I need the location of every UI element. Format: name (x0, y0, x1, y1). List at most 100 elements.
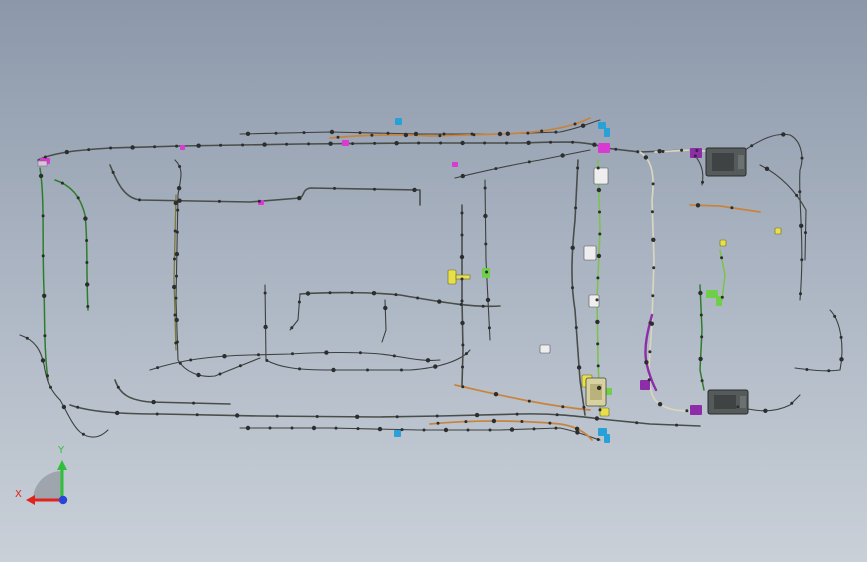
harness-clip (42, 293, 47, 298)
harness-left-green-branch (54, 179, 89, 311)
harness-clip (222, 354, 227, 359)
harness-clip (555, 413, 559, 417)
harness-top-rail-upper (239, 119, 601, 135)
harness-clip (356, 427, 360, 431)
harness-clip (651, 237, 656, 242)
harness-clip (652, 266, 656, 270)
harness-clip (76, 405, 80, 409)
harness-clip (598, 232, 602, 236)
triad-base-sector (33, 471, 62, 500)
harness-clip (433, 364, 438, 369)
harness-clip (116, 385, 120, 389)
harness-clip (291, 352, 294, 356)
harness-clip (764, 166, 770, 171)
harness-clip (571, 140, 575, 144)
harness-clip (263, 324, 268, 330)
harness-clip (560, 153, 565, 158)
harness-clip (736, 405, 740, 409)
harness-center-left-drop (289, 293, 301, 331)
harness-center-diagonal (454, 149, 591, 179)
harness-center-vertical-2 (484, 179, 491, 341)
harness-clip (265, 359, 269, 362)
harness-top-rail (37, 141, 691, 161)
harness-clip (331, 367, 336, 373)
harness-clip (219, 143, 223, 147)
harness-clip (582, 405, 586, 409)
harness-clip (178, 361, 182, 365)
harness-clip (494, 167, 498, 171)
triad-z-axis (58, 495, 68, 505)
harness-clip (416, 296, 420, 300)
harness-clip (805, 368, 809, 371)
harness-clip (800, 258, 804, 262)
harness-clip (173, 257, 176, 261)
harness-clip (285, 142, 289, 146)
harness-clip (173, 229, 177, 233)
harness-clip (596, 385, 602, 391)
wiring-harness-model[interactable]: X Y (0, 0, 867, 562)
cad-viewport[interactable]: X Y (0, 0, 867, 562)
harness-clip (700, 379, 704, 383)
harness-clip (40, 358, 46, 363)
harness-clip (460, 277, 464, 281)
harness-clip (594, 416, 600, 421)
harness-clip (355, 414, 360, 419)
harness-clip (328, 141, 333, 146)
harness-clip (657, 402, 663, 407)
harness-clip (245, 425, 251, 431)
triad-y-label: Y (57, 445, 65, 456)
harness-clip (297, 195, 302, 201)
harness-clip (596, 438, 600, 441)
harness-clip (596, 166, 600, 170)
harness-clip (596, 342, 600, 346)
harness-left-green-drop (39, 167, 49, 381)
harness-clip (412, 187, 417, 193)
harness-front-right-branch (744, 133, 803, 301)
harness-clip (487, 326, 491, 330)
harness-clip (509, 427, 515, 432)
harness-clip (275, 414, 279, 418)
harness-clip (657, 149, 662, 154)
harness-clip (373, 187, 376, 191)
harness-front-right-wide (759, 164, 807, 261)
harness-clip (153, 145, 157, 149)
harness-clip (650, 210, 654, 214)
harness-clip (481, 304, 485, 308)
harness-clip (425, 358, 431, 363)
harness-clip (790, 401, 794, 405)
harness-clip (377, 426, 383, 432)
harness-clip (403, 132, 409, 138)
harness-clip (366, 368, 369, 372)
coordinate-triad: X Y (15, 445, 68, 505)
harness-clip (527, 160, 531, 164)
harness-clip (520, 420, 524, 423)
harness-center-vertical (461, 204, 464, 386)
harness-clip (172, 284, 177, 290)
harness-clip (701, 180, 704, 184)
harness-clip (548, 421, 552, 425)
harness-clip (798, 190, 802, 194)
harness-front-mid-orange (689, 204, 761, 213)
harness-clip (698, 290, 703, 296)
harness-clip (651, 182, 655, 186)
harness-clip (596, 276, 600, 280)
harness-clip (483, 186, 487, 190)
harness-clip (505, 141, 509, 145)
harness-clip (195, 413, 199, 417)
harness-clip (442, 132, 446, 136)
harness-clip (175, 144, 179, 148)
harness-clip (435, 414, 439, 418)
harness-center-loop (264, 284, 471, 371)
harness-clip (176, 186, 182, 191)
harness-clip (800, 156, 804, 160)
harness-clip (491, 418, 497, 424)
harness-clip (695, 149, 699, 152)
harness-clip (795, 193, 799, 197)
harness-clip (460, 211, 464, 215)
tail-connector-left (37, 160, 48, 167)
harness-clip (720, 295, 724, 299)
harness-clip (43, 334, 47, 338)
connector-blue-bottom-left (394, 430, 401, 437)
harness-clip (580, 123, 586, 128)
harness-clip (698, 356, 703, 362)
